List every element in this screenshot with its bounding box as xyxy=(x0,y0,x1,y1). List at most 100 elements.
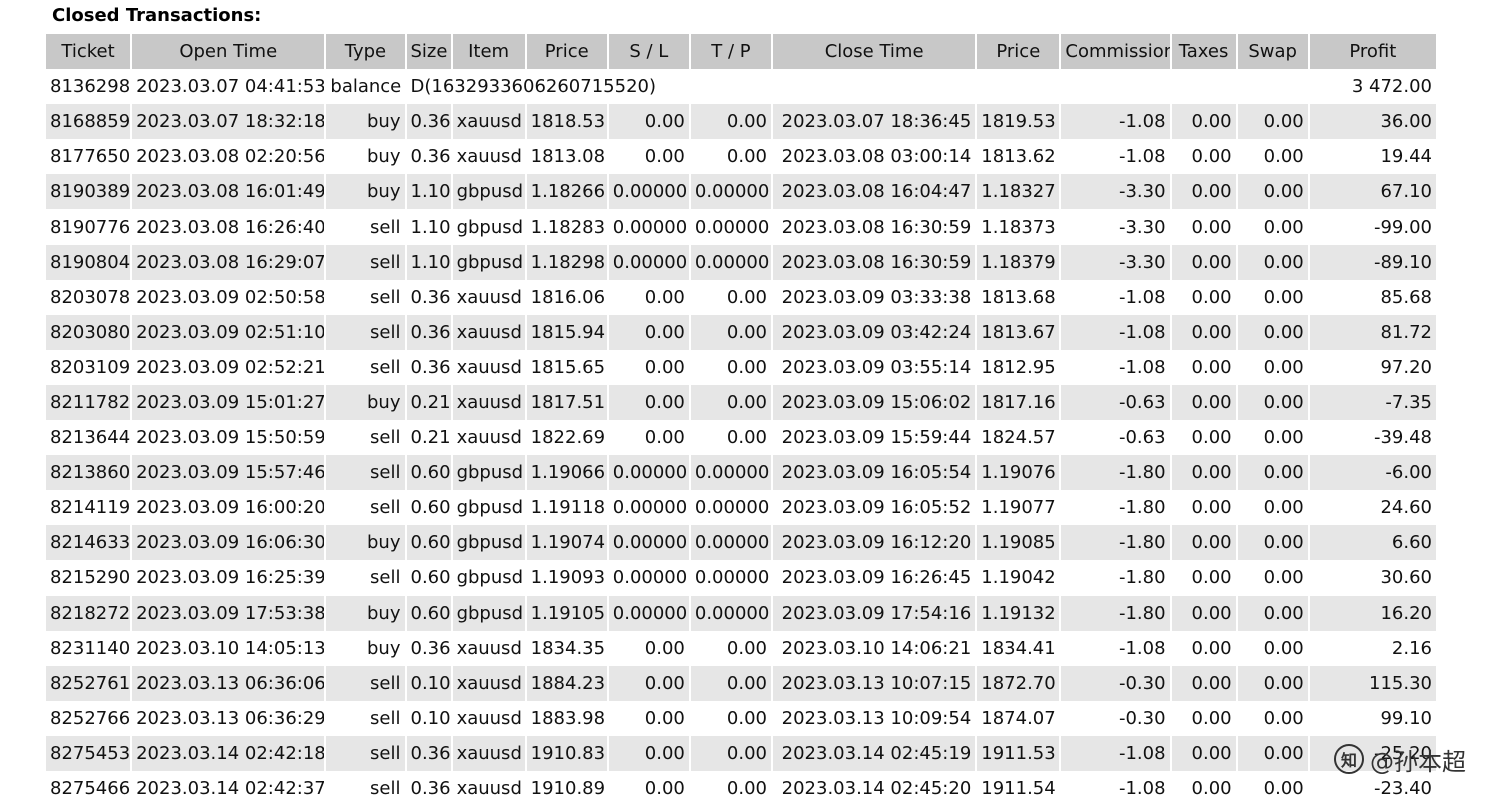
cell-take-profit: 0.00 xyxy=(690,735,771,771)
cell-type: buy xyxy=(326,595,405,631)
cell-taxes: 0.00 xyxy=(1171,244,1236,280)
cell-open-time: 2023.03.14 02:42:18 xyxy=(132,735,325,771)
cell-type: buy xyxy=(326,104,405,140)
cell-size: 0.60 xyxy=(406,560,451,596)
cell-profit: 97.20 xyxy=(1309,349,1436,385)
cell-size: 0.60 xyxy=(406,525,451,561)
cell-commission: -0.30 xyxy=(1061,700,1170,736)
cell-close-time: 2023.03.09 15:06:02 xyxy=(772,384,976,421)
cell-item: xauusd xyxy=(452,384,525,421)
cell-ticket: 8211782 xyxy=(46,384,131,421)
cell-item: gbpusd xyxy=(452,455,525,491)
cell-take-profit: 0.00 xyxy=(690,139,771,175)
cell-stop-loss: 0.00 xyxy=(608,700,689,736)
cell-commission: -1.80 xyxy=(1061,455,1170,491)
cell-commission: -1.08 xyxy=(1061,630,1170,666)
cell-ticket: 8215290 xyxy=(46,560,131,596)
cell-taxes: 0.00 xyxy=(1171,104,1236,140)
cell-open-time: 2023.03.09 16:25:39 xyxy=(132,560,325,596)
cell-close-time: 2023.03.09 03:42:24 xyxy=(772,314,976,350)
cell-item: xauusd xyxy=(452,314,525,350)
cell-close-price: 1872.70 xyxy=(977,665,1060,701)
cell-swap: 0.00 xyxy=(1237,279,1308,315)
cell-type: sell xyxy=(326,455,405,491)
cell-swap: 0.00 xyxy=(1237,384,1308,421)
cell-open-price: 1816.06 xyxy=(526,279,607,315)
cell-item: gbpusd xyxy=(452,560,525,596)
cell-commission: -0.30 xyxy=(1061,665,1170,701)
cell-swap: 0.00 xyxy=(1237,490,1308,526)
cell-close-time: 2023.03.13 10:09:54 xyxy=(772,700,976,736)
cell-size: 0.36 xyxy=(406,139,451,175)
cell-close-price: 1819.53 xyxy=(977,104,1060,140)
cell-type: buy xyxy=(326,525,405,561)
cell-size: 0.21 xyxy=(406,384,451,421)
cell-empty xyxy=(690,69,771,105)
cell-profit: 2.16 xyxy=(1309,630,1436,666)
cell-item: xauusd xyxy=(452,104,525,140)
cell-ticket: 8214119 xyxy=(46,490,131,526)
cell-empty xyxy=(1171,69,1236,105)
cell-swap: 0.00 xyxy=(1237,104,1308,140)
cell-commission: -1.80 xyxy=(1061,560,1170,596)
cell-open-price: 1.19074 xyxy=(526,525,607,561)
cell-taxes: 0.00 xyxy=(1171,595,1236,631)
cell-ticket: 8252761 xyxy=(46,665,131,701)
cell-ticket: 8203080 xyxy=(46,314,131,350)
table-row: 8190804 2023.03.08 16:29:07 sell 1.10 gbpusd… xyxy=(46,244,1436,280)
cell-stop-loss: 0.00 xyxy=(608,665,689,701)
cell-take-profit: 0.00 xyxy=(690,384,771,421)
cell-taxes: 0.00 xyxy=(1171,455,1236,491)
cell-stop-loss: 0.00000 xyxy=(608,560,689,596)
cell-item: xauusd xyxy=(452,770,525,807)
cell-size: 0.36 xyxy=(406,104,451,140)
column-header-item: Item xyxy=(452,34,525,70)
cell-type: balance xyxy=(326,69,405,105)
cell-profit: -7.35 xyxy=(1309,384,1436,421)
cell-size: 1.10 xyxy=(406,244,451,280)
cell-type: buy xyxy=(326,384,405,421)
cell-ticket: 8203078 xyxy=(46,279,131,315)
cell-size: 0.36 xyxy=(406,349,451,385)
cell-open-price: 1.18298 xyxy=(526,244,607,280)
cell-take-profit: 0.00 xyxy=(690,665,771,701)
cell-take-profit: 0.00 xyxy=(690,314,771,350)
cell-open-time: 2023.03.10 14:05:13 xyxy=(132,630,325,666)
cell-item: xauusd xyxy=(452,665,525,701)
cell-close-price: 1.19077 xyxy=(977,490,1060,526)
cell-taxes: 0.00 xyxy=(1171,770,1236,807)
cell-profit: 85.68 xyxy=(1309,279,1436,315)
cell-close-time: 2023.03.09 16:05:52 xyxy=(772,490,976,526)
table-row: 8213644 2023.03.09 15:50:59 sell 0.21 xauusd… xyxy=(46,420,1436,456)
cell-item: xauusd xyxy=(452,735,525,771)
cell-item: gbpusd xyxy=(452,595,525,631)
column-header-close-price: Price xyxy=(977,34,1060,70)
cell-open-price: 1910.89 xyxy=(526,770,607,807)
cell-type: sell xyxy=(326,244,405,280)
cell-take-profit: 0.00000 xyxy=(690,455,771,491)
cell-item: xauusd xyxy=(452,279,525,315)
cell-open-time: 2023.03.13 06:36:06 xyxy=(132,665,325,701)
cell-close-price: 1.19132 xyxy=(977,595,1060,631)
cell-close-time: 2023.03.08 16:04:47 xyxy=(772,174,976,210)
cell-commission: -3.30 xyxy=(1061,174,1170,210)
cell-type: buy xyxy=(326,174,405,210)
cell-empty xyxy=(977,69,1060,105)
cell-size: 0.36 xyxy=(406,630,451,666)
cell-empty xyxy=(772,69,976,105)
cell-ticket: 8190776 xyxy=(46,209,131,245)
cell-commission: -1.08 xyxy=(1061,770,1170,807)
column-header-open-time: Open Time xyxy=(132,34,325,70)
cell-commission: -3.30 xyxy=(1061,209,1170,245)
cell-open-price: 1.18266 xyxy=(526,174,607,210)
cell-size: 0.36 xyxy=(406,770,451,807)
cell-take-profit: 0.00 xyxy=(690,279,771,315)
table-body: 8136298 2023.03.07 04:41:53 balance D(16… xyxy=(46,69,1436,807)
cell-stop-loss: 0.00 xyxy=(608,384,689,421)
column-header-taxes: Taxes xyxy=(1171,34,1236,70)
cell-size: 0.36 xyxy=(406,279,451,315)
cell-close-price: 1813.68 xyxy=(977,279,1060,315)
cell-ticket: 8213644 xyxy=(46,420,131,456)
cell-stop-loss: 0.00000 xyxy=(608,490,689,526)
cell-size: 0.36 xyxy=(406,735,451,771)
